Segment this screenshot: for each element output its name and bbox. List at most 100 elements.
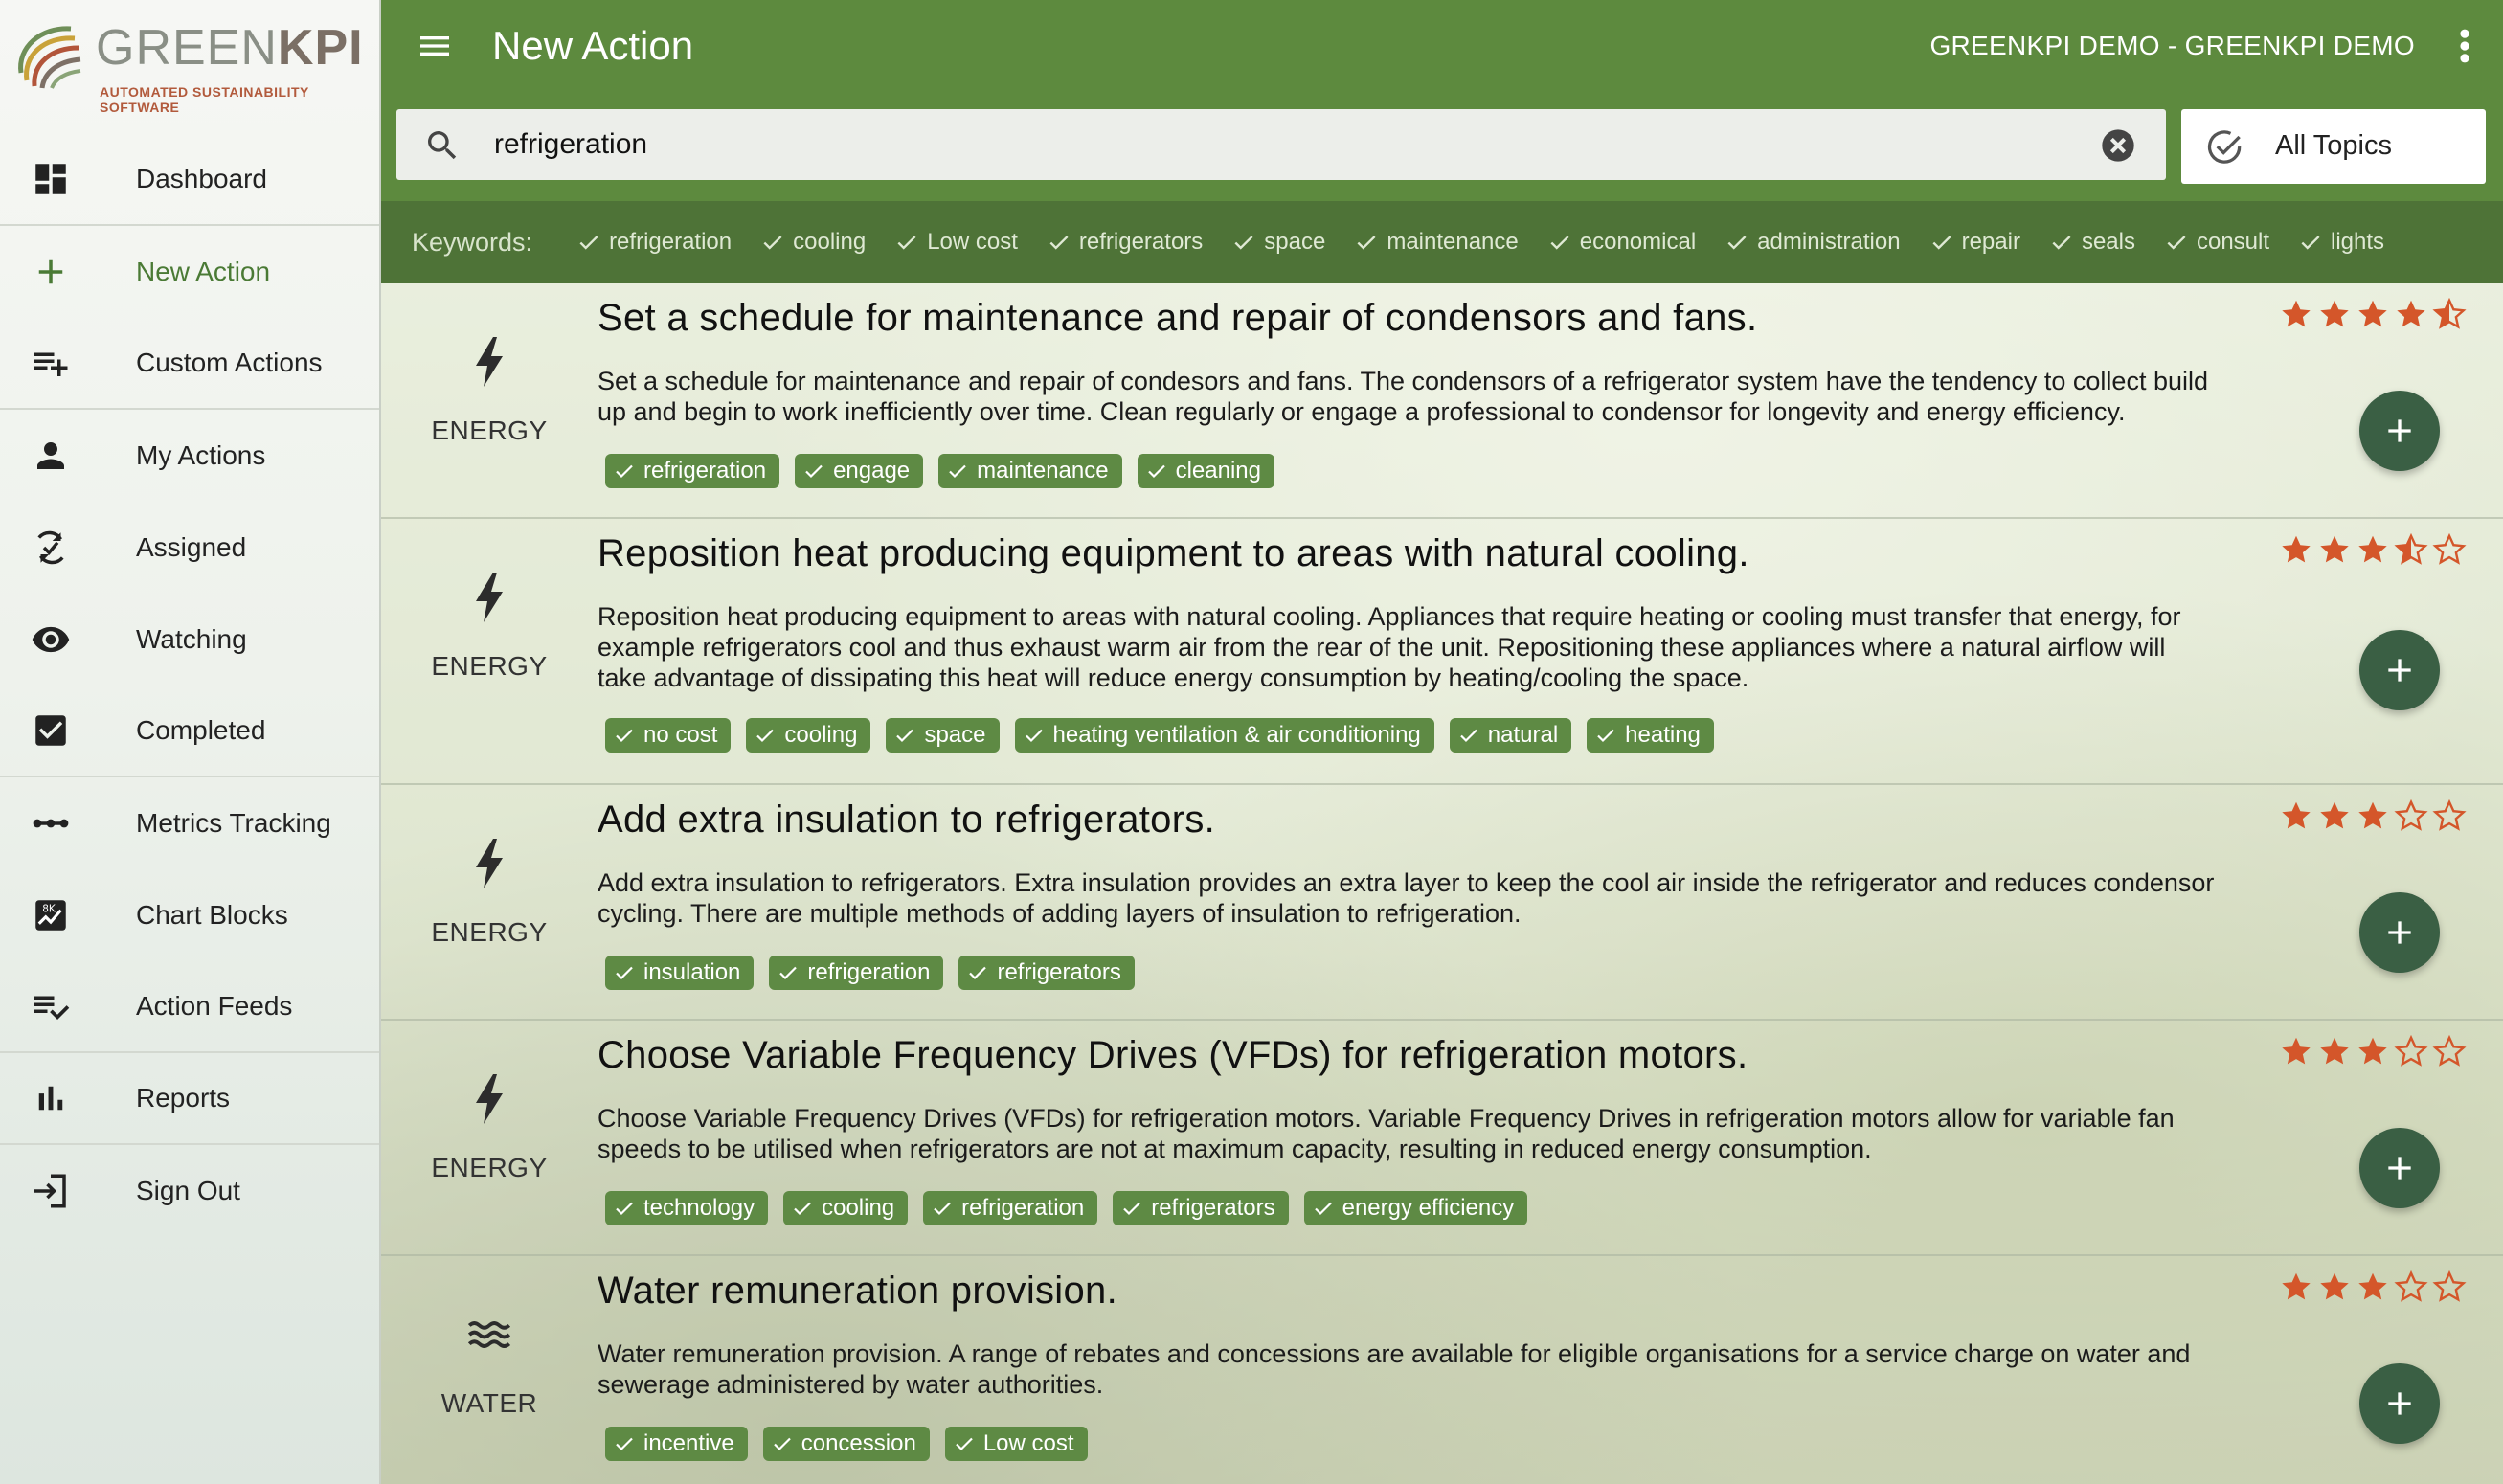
tag-chip[interactable]: refrigeration bbox=[923, 1191, 1098, 1225]
tag-chip[interactable]: space bbox=[886, 718, 1000, 753]
star-half-icon[interactable] bbox=[2394, 532, 2428, 567]
topic-filter-button[interactable]: All Topics bbox=[2181, 109, 2486, 184]
action-title[interactable]: Reposition heat producing equipment to a… bbox=[598, 532, 1749, 575]
tag-chip[interactable]: incentive bbox=[605, 1427, 748, 1461]
add-action-button[interactable] bbox=[2359, 1128, 2440, 1208]
rating-stars[interactable] bbox=[2279, 798, 2470, 833]
action-card[interactable]: WATER Water remuneration provision. Water … bbox=[381, 1256, 2503, 1484]
star-full-icon[interactable] bbox=[2317, 297, 2352, 331]
tag-chip[interactable]: Low cost bbox=[944, 1427, 1088, 1461]
keyword-chip[interactable]: refrigerators bbox=[1047, 229, 1203, 256]
tag-chip[interactable]: refrigerators bbox=[1113, 1191, 1289, 1225]
sidebar-item-action-feeds[interactable]: Action Feeds bbox=[0, 961, 379, 1053]
star-full-icon[interactable] bbox=[2356, 297, 2390, 331]
sidebar-item-sign-out[interactable]: Sign Out bbox=[0, 1145, 379, 1237]
star-empty-icon[interactable] bbox=[2432, 1270, 2467, 1304]
sidebar-item-custom-actions[interactable]: Custom Actions bbox=[0, 318, 379, 410]
sidebar-item-my-actions[interactable]: My Actions bbox=[0, 410, 379, 502]
keyword-chip[interactable]: administration bbox=[1725, 229, 1901, 256]
sidebar-item-watching[interactable]: Watching bbox=[0, 594, 379, 686]
star-empty-icon[interactable] bbox=[2432, 532, 2467, 567]
sidebar-item-completed[interactable]: Completed bbox=[0, 686, 379, 777]
tag-chip[interactable]: refrigeration bbox=[605, 454, 780, 488]
search-box[interactable] bbox=[396, 109, 2166, 180]
star-empty-icon[interactable] bbox=[2432, 798, 2467, 833]
tag-chip[interactable]: cooling bbox=[746, 718, 871, 753]
tag-chip[interactable]: insulation bbox=[605, 956, 755, 990]
tag-chip[interactable]: cleaning bbox=[1137, 454, 1274, 488]
search-input[interactable] bbox=[494, 121, 2007, 169]
hamburger-menu-icon[interactable] bbox=[416, 27, 454, 65]
star-empty-icon[interactable] bbox=[2394, 1270, 2428, 1304]
action-category: WATER bbox=[381, 1306, 598, 1419]
star-full-icon[interactable] bbox=[2317, 1034, 2352, 1068]
star-full-icon[interactable] bbox=[2279, 1270, 2313, 1304]
clear-search-icon[interactable] bbox=[2099, 126, 2137, 165]
keyword-chip[interactable]: lights bbox=[2298, 229, 2384, 256]
star-full-icon[interactable] bbox=[2279, 532, 2313, 567]
brand-logo[interactable]: GREENKPI AUTOMATED SUSTAINABILITY SOFTWA… bbox=[13, 15, 368, 115]
keyword-chip[interactable]: space bbox=[1231, 229, 1325, 256]
keyword-chip[interactable]: refrigeration bbox=[576, 229, 732, 256]
star-full-icon[interactable] bbox=[2356, 1270, 2390, 1304]
star-empty-icon[interactable] bbox=[2394, 798, 2428, 833]
star-half-icon[interactable] bbox=[2432, 297, 2467, 331]
description-line: Set a schedule for maintenance and repai… bbox=[598, 367, 2208, 395]
add-action-button[interactable] bbox=[2359, 892, 2440, 973]
action-card[interactable]: ENERGY Choose Variable Frequency Drives (… bbox=[381, 1021, 2503, 1256]
star-full-icon[interactable] bbox=[2279, 798, 2313, 833]
tag-chip[interactable]: refrigerators bbox=[958, 956, 1135, 990]
star-full-icon[interactable] bbox=[2356, 798, 2390, 833]
add-action-button[interactable] bbox=[2359, 630, 2440, 710]
rating-stars[interactable] bbox=[2279, 297, 2470, 331]
keyword-chip[interactable]: economical bbox=[1547, 229, 1696, 256]
star-full-icon[interactable] bbox=[2317, 798, 2352, 833]
action-title[interactable]: Water remuneration provision. bbox=[598, 1270, 1117, 1313]
action-card[interactable]: ENERGY Add extra insulation to refrigerat… bbox=[381, 785, 2503, 1021]
tag-chip[interactable]: engage bbox=[795, 454, 924, 488]
sidebar-item-chart-blocks[interactable]: 8K Chart Blocks bbox=[0, 869, 379, 961]
action-title[interactable]: Set a schedule for maintenance and repai… bbox=[598, 297, 1757, 340]
tag-chip[interactable]: heating ventilation & air conditioning bbox=[1014, 718, 1434, 753]
keyword-chip[interactable]: maintenance bbox=[1354, 229, 1519, 256]
add-action-button[interactable] bbox=[2359, 391, 2440, 471]
tag-chip[interactable]: energy efficiency bbox=[1303, 1191, 1528, 1225]
add-action-button[interactable] bbox=[2359, 1363, 2440, 1444]
sidebar-item-new-action[interactable]: New Action bbox=[0, 226, 379, 318]
tag-chip[interactable]: natural bbox=[1449, 718, 1572, 753]
rating-stars[interactable] bbox=[2279, 1270, 2470, 1304]
star-full-icon[interactable] bbox=[2279, 1034, 2313, 1068]
star-empty-icon[interactable] bbox=[2394, 1034, 2428, 1068]
rating-stars[interactable] bbox=[2279, 1034, 2470, 1068]
star-full-icon[interactable] bbox=[2317, 1270, 2352, 1304]
tag-chip[interactable]: maintenance bbox=[938, 454, 1122, 488]
star-full-icon[interactable] bbox=[2356, 532, 2390, 567]
tag-chip[interactable]: no cost bbox=[605, 718, 732, 753]
sidebar-item-dashboard[interactable]: Dashboard bbox=[0, 134, 379, 226]
keyword-chip[interactable]: consult bbox=[2164, 229, 2269, 256]
star-full-icon[interactable] bbox=[2394, 297, 2428, 331]
action-title[interactable]: Choose Variable Frequency Drives (VFDs) … bbox=[598, 1034, 1748, 1077]
star-full-icon[interactable] bbox=[2317, 532, 2352, 567]
tag-chip[interactable]: refrigeration bbox=[769, 956, 944, 990]
star-full-icon[interactable] bbox=[2279, 297, 2313, 331]
organization-name[interactable]: GREENKPI DEMO - GREENKPI DEMO bbox=[1929, 31, 2415, 61]
rating-stars[interactable] bbox=[2279, 532, 2470, 567]
keyword-chip[interactable]: cooling bbox=[760, 229, 866, 256]
tag-chip[interactable]: cooling bbox=[783, 1191, 909, 1225]
star-empty-icon[interactable] bbox=[2432, 1034, 2467, 1068]
more-vert-icon[interactable] bbox=[2451, 25, 2478, 67]
action-title[interactable]: Add extra insulation to refrigerators. bbox=[598, 798, 1215, 842]
tag-chip[interactable]: concession bbox=[762, 1427, 930, 1461]
sidebar-item-metrics-tracking[interactable]: Metrics Tracking bbox=[0, 777, 379, 869]
sidebar-item-assigned[interactable]: Assigned bbox=[0, 502, 379, 594]
tag-chip[interactable]: heating bbox=[1587, 718, 1714, 753]
keyword-chip[interactable]: seals bbox=[2049, 229, 2135, 256]
sidebar-item-reports[interactable]: Reports bbox=[0, 1053, 379, 1145]
keyword-chip[interactable]: Low cost bbox=[894, 229, 1018, 256]
action-card[interactable]: ENERGY Set a schedule for maintenance and… bbox=[381, 283, 2503, 519]
keyword-chip[interactable]: repair bbox=[1929, 229, 2020, 256]
action-card[interactable]: ENERGY Reposition heat producing equipmen… bbox=[381, 519, 2503, 785]
star-full-icon[interactable] bbox=[2356, 1034, 2390, 1068]
tag-chip[interactable]: technology bbox=[605, 1191, 769, 1225]
